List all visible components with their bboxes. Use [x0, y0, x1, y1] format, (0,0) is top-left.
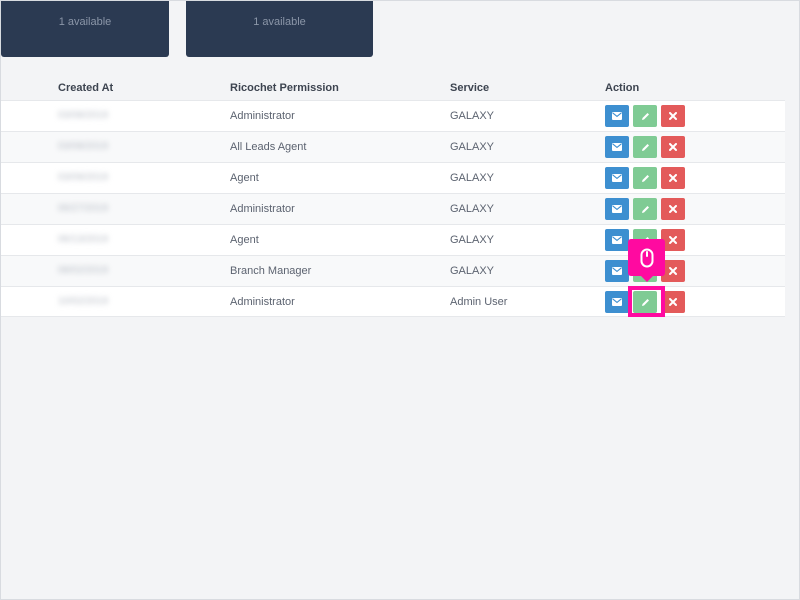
- row-actions: [605, 136, 685, 158]
- table-body: 03/08/2019 Administrator GALAXY 03/08/20…: [1, 100, 785, 317]
- permission-cell: Administrator: [230, 110, 295, 122]
- envelope-icon: [612, 205, 622, 213]
- created-at-cell: 03/08/2019: [58, 110, 109, 121]
- close-icon: [669, 298, 677, 306]
- pencil-icon: [641, 143, 649, 151]
- header-service: Service: [450, 82, 490, 94]
- envelope-icon: [612, 143, 622, 151]
- envelope-icon: [612, 236, 622, 244]
- email-button[interactable]: [605, 136, 629, 158]
- permission-cell: Administrator: [230, 296, 295, 308]
- table-row: 03/08/2019 All Leads Agent GALAXY: [1, 131, 785, 162]
- email-button[interactable]: [605, 167, 629, 189]
- close-icon: [669, 174, 677, 182]
- table-row: 10/02/2019 Administrator Admin User: [1, 286, 785, 317]
- delete-button[interactable]: [661, 167, 685, 189]
- pencil-icon: [641, 174, 649, 182]
- created-at-cell: 03/08/2019: [58, 141, 109, 152]
- envelope-icon: [612, 267, 622, 275]
- pencil-icon: [641, 205, 649, 213]
- email-button[interactable]: [605, 198, 629, 220]
- created-at-cell: 03/09/2019: [58, 172, 109, 183]
- table-row: 08/02/2019 Branch Manager GALAXY: [1, 255, 785, 286]
- header-permission: Ricochet Permission: [230, 82, 339, 94]
- click-indicator: [628, 239, 665, 282]
- header-created-at: Created At: [58, 82, 114, 94]
- users-table: Created At Ricochet Permission Service A…: [1, 77, 785, 317]
- table-row: 06/27/2019 Administrator GALAXY: [1, 193, 785, 224]
- permission-cell: All Leads Agent: [230, 141, 307, 153]
- table-header: Created At Ricochet Permission Service A…: [1, 77, 785, 100]
- edit-button[interactable]: [633, 198, 657, 220]
- envelope-icon: [612, 174, 622, 182]
- envelope-icon: [612, 298, 622, 306]
- email-button[interactable]: [605, 105, 629, 127]
- row-actions: [605, 291, 685, 313]
- close-icon: [669, 112, 677, 120]
- service-cell: GALAXY: [450, 234, 495, 246]
- edit-button[interactable]: [633, 291, 657, 313]
- stat-card: 1 available: [186, 1, 373, 57]
- permission-cell: Branch Manager: [230, 265, 312, 277]
- pencil-icon: [641, 298, 649, 306]
- close-icon: [669, 143, 677, 151]
- stat-card: 1 available: [1, 1, 169, 57]
- permission-cell: Agent: [230, 172, 259, 184]
- table-row: 03/09/2019 Agent GALAXY: [1, 162, 785, 193]
- created-at-cell: 08/02/2019: [58, 265, 109, 276]
- row-actions: [605, 105, 685, 127]
- service-cell: GALAXY: [450, 110, 495, 122]
- service-cell: GALAXY: [450, 265, 495, 277]
- permission-cell: Administrator: [230, 203, 295, 215]
- service-cell: GALAXY: [450, 203, 495, 215]
- pencil-icon: [641, 112, 649, 120]
- close-icon: [669, 236, 677, 244]
- email-button[interactable]: [605, 291, 629, 313]
- row-actions: [605, 198, 685, 220]
- edit-button[interactable]: [633, 105, 657, 127]
- close-icon: [669, 267, 677, 275]
- header-action: Action: [605, 82, 640, 94]
- service-cell: GALAXY: [450, 172, 495, 184]
- stat-card-subtitle: 1 available: [58, 16, 112, 28]
- created-at-cell: 06/27/2019: [58, 203, 109, 214]
- edit-button[interactable]: [633, 167, 657, 189]
- created-at-cell: 06/13/2019: [58, 234, 109, 245]
- close-icon: [669, 205, 677, 213]
- edit-button[interactable]: [633, 136, 657, 158]
- delete-button[interactable]: [661, 136, 685, 158]
- delete-button[interactable]: [661, 105, 685, 127]
- table-row: 06/13/2019 Agent GALAXY: [1, 224, 785, 255]
- delete-button[interactable]: [661, 291, 685, 313]
- delete-button[interactable]: [661, 198, 685, 220]
- permission-cell: Agent: [230, 234, 259, 246]
- service-cell: Admin User: [450, 296, 508, 308]
- mouse-icon: [640, 248, 653, 267]
- service-cell: GALAXY: [450, 141, 495, 153]
- stat-card-subtitle: 1 available: [253, 16, 306, 28]
- email-button[interactable]: [605, 229, 629, 251]
- created-at-cell: 10/02/2019: [58, 296, 109, 307]
- row-actions: [605, 167, 685, 189]
- table-row: 03/08/2019 Administrator GALAXY: [1, 100, 785, 131]
- email-button[interactable]: [605, 260, 629, 282]
- envelope-icon: [612, 112, 622, 120]
